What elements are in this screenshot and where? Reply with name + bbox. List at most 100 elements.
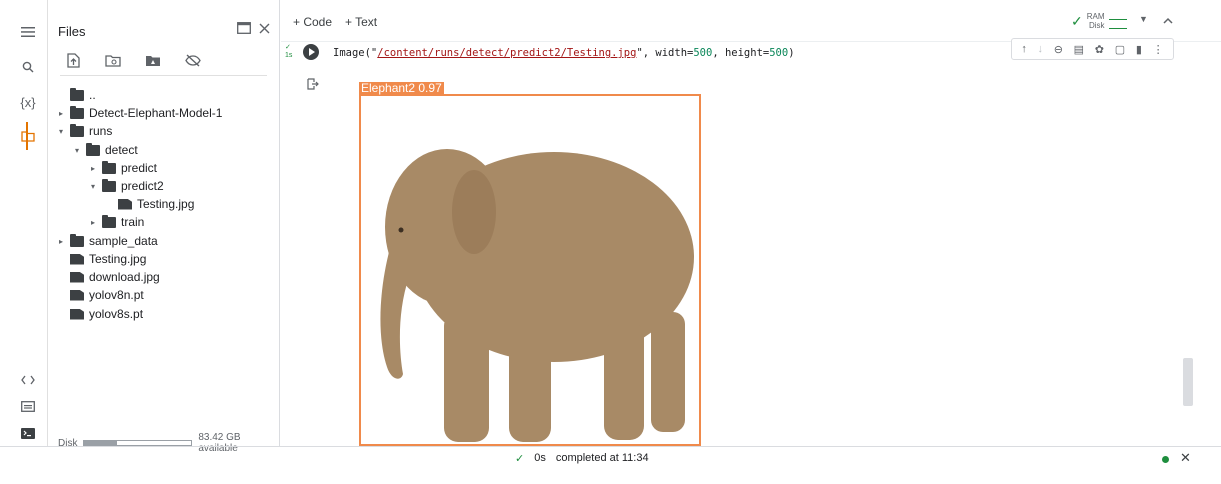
chevron-down-icon[interactable]: ▾ bbox=[88, 182, 98, 191]
disk-bar bbox=[1108, 23, 1127, 29]
tree-item[interactable]: ▸ Detect-Elephant-Model-1 bbox=[56, 104, 222, 122]
variables-icon[interactable]: {x} bbox=[16, 90, 40, 114]
files-panel: Files .. ▸ Detect-Elephant-Model-1 ▾ runs ▾ de… bbox=[48, 0, 280, 454]
chevron-right-icon[interactable]: ▸ bbox=[56, 109, 66, 118]
tree-item[interactable]: ▾ runs bbox=[56, 122, 112, 140]
output-icon[interactable] bbox=[307, 78, 319, 93]
close-icon[interactable]: ✕ bbox=[1180, 450, 1191, 466]
tree-item-label: Testing.jpg bbox=[137, 197, 195, 211]
code-token: , height= bbox=[712, 47, 770, 59]
disk-label: Disk bbox=[1088, 21, 1105, 30]
delete-icon[interactable]: ▮ bbox=[1136, 43, 1142, 56]
code-token: ", width= bbox=[636, 47, 694, 59]
check-icon: ✓ bbox=[515, 453, 525, 465]
tree-item[interactable]: ▾ predict2 bbox=[88, 177, 164, 195]
resource-monitor[interactable]: ✓ RAM Disk bbox=[1071, 12, 1127, 30]
tree-item-label: yolov8n.pt bbox=[89, 288, 144, 302]
execution-status[interactable]: ✓ 0s completed at 11:34 bbox=[515, 452, 649, 465]
chevron-right-icon[interactable]: ▸ bbox=[88, 164, 98, 173]
tree-item[interactable]: ▸ sample_data bbox=[56, 232, 158, 250]
add-code-button[interactable]: + Code bbox=[293, 15, 332, 29]
code-token: ) bbox=[788, 47, 795, 59]
disk-usage-fill bbox=[84, 441, 117, 445]
cell-toolbar: ↑ ↓ ⊖ ▤ ✿ ▢ ▮ ⋮ bbox=[1011, 38, 1174, 60]
tree-item-label: predict2 bbox=[121, 179, 164, 193]
move-up-icon[interactable]: ↑ bbox=[1021, 43, 1027, 55]
tree-item[interactable]: ▸ predict bbox=[88, 159, 157, 177]
tree-item[interactable]: yolov8s.pt bbox=[56, 305, 143, 323]
file-icon bbox=[70, 271, 84, 283]
tree-item[interactable]: download.jpg bbox=[56, 268, 160, 286]
menu-icon[interactable] bbox=[16, 20, 40, 44]
hide-icon[interactable] bbox=[184, 51, 202, 69]
add-text-button[interactable]: + Text bbox=[345, 15, 377, 29]
chevron-right-icon[interactable]: ▸ bbox=[56, 237, 66, 246]
tree-item[interactable]: .. bbox=[56, 86, 96, 104]
tree-item[interactable]: Testing.jpg bbox=[56, 250, 146, 268]
folder-icon bbox=[102, 178, 116, 192]
folder-icon bbox=[86, 142, 100, 156]
tree-item-label: Testing.jpg bbox=[89, 252, 147, 266]
notebook-toolbar: + Code + Text ✓ RAM Disk ▼ bbox=[281, 0, 1221, 42]
command-palette-icon[interactable] bbox=[16, 394, 40, 418]
chevron-down-icon[interactable]: ▾ bbox=[72, 146, 82, 155]
settings-icon[interactable]: ✿ bbox=[1095, 43, 1104, 56]
chevron-down-icon[interactable]: ▾ bbox=[56, 127, 66, 136]
folder-icon bbox=[102, 160, 116, 174]
chevron-right-icon[interactable]: ▸ bbox=[88, 218, 98, 227]
drive-icon[interactable] bbox=[144, 51, 162, 69]
scrollbar-thumb[interactable] bbox=[1183, 358, 1193, 406]
mirror-cell-icon[interactable]: ▢ bbox=[1115, 43, 1125, 56]
colab-window: {x} Files .. ▸ Detect-Elephant-Model-1 ▾… bbox=[0, 0, 1221, 484]
file-icon bbox=[118, 198, 132, 210]
left-icon-rail: {x} bbox=[0, 0, 48, 446]
run-cell-button[interactable] bbox=[303, 44, 319, 60]
files-panel-title: Files bbox=[58, 24, 86, 39]
folder-icon bbox=[70, 105, 84, 119]
chevron-up-icon[interactable] bbox=[1163, 13, 1173, 27]
search-icon[interactable] bbox=[16, 55, 40, 79]
folder-icon[interactable] bbox=[16, 124, 40, 148]
upload-icon[interactable] bbox=[64, 51, 82, 69]
tree-item-label: yolov8s.pt bbox=[89, 307, 144, 321]
open-in-tab-icon[interactable] bbox=[234, 18, 254, 38]
detection-label: Elephant2 0.97 bbox=[359, 81, 444, 95]
tree-item-label: predict bbox=[121, 161, 158, 175]
move-down-icon[interactable]: ↓ bbox=[1038, 43, 1044, 55]
folder-icon bbox=[70, 123, 84, 137]
tree-item[interactable]: ▾ detect bbox=[72, 141, 138, 159]
ram-label: RAM bbox=[1086, 12, 1105, 21]
files-toolbar bbox=[64, 48, 202, 72]
close-icon[interactable] bbox=[254, 18, 274, 38]
chevron-down-icon[interactable]: ▼ bbox=[1139, 14, 1148, 24]
scrollbar[interactable] bbox=[1183, 42, 1193, 446]
detection-bounding-box bbox=[359, 94, 701, 446]
code-height-value: 500 bbox=[769, 47, 789, 59]
tree-item[interactable]: ▸ train bbox=[88, 213, 144, 231]
connection-status-icon bbox=[1162, 456, 1169, 463]
file-icon bbox=[70, 289, 84, 301]
code-token: Image(" bbox=[333, 47, 378, 59]
more-options-icon[interactable]: ⋮ bbox=[1153, 43, 1164, 56]
connected-check-icon: ✓ bbox=[1071, 12, 1083, 29]
link-icon[interactable]: ⊖ bbox=[1054, 43, 1063, 56]
file-icon bbox=[70, 308, 84, 320]
folder-icon bbox=[70, 87, 84, 101]
code-snippets-icon[interactable] bbox=[16, 368, 40, 392]
folder-icon bbox=[70, 233, 84, 247]
code-cell: ✓ 1s Image("/content/runs/detect/predict… bbox=[281, 38, 1181, 446]
tree-item[interactable]: Testing.jpg bbox=[104, 195, 194, 213]
tree-item-label: runs bbox=[89, 124, 113, 138]
status-bar: ✓ 0s completed at 11:34 ✕ bbox=[0, 446, 1221, 468]
run-status: ✓ 1s bbox=[285, 44, 293, 59]
tree-item-label: sample_data bbox=[89, 234, 158, 248]
code-editor[interactable]: Image("/content/runs/detect/predict2/Tes… bbox=[333, 47, 795, 59]
refresh-icon[interactable] bbox=[104, 51, 122, 69]
tree-item-label: train bbox=[121, 215, 145, 229]
execution-duration: 0s bbox=[534, 452, 546, 464]
code-width-value: 500 bbox=[693, 47, 713, 59]
tree-item[interactable]: yolov8n.pt bbox=[56, 286, 144, 304]
terminal-icon[interactable] bbox=[16, 421, 40, 445]
comment-icon[interactable]: ▤ bbox=[1074, 43, 1084, 56]
tree-item-label: .. bbox=[89, 88, 96, 102]
